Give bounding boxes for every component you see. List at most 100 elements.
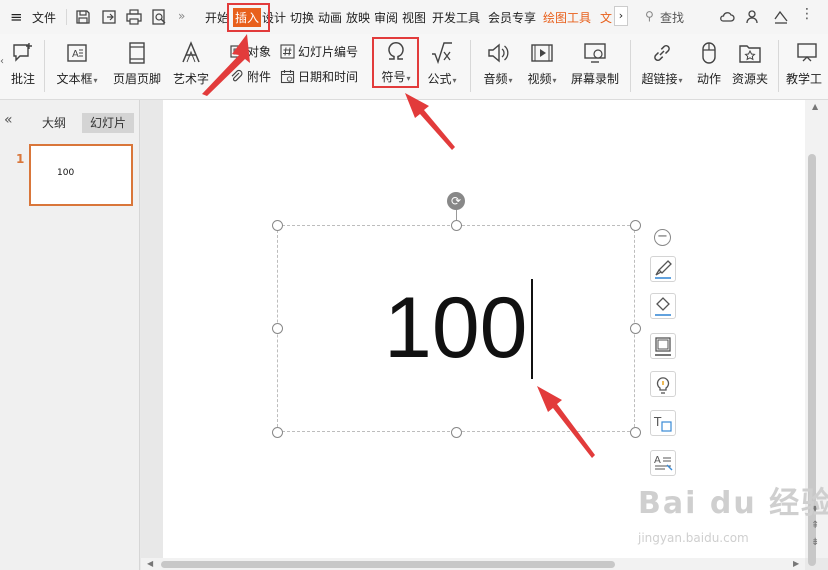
resize-handle-right[interactable] (630, 323, 641, 334)
text-format-icon: T (653, 415, 672, 432)
calendar-icon (280, 69, 295, 84)
wordart-label: 艺术字 (172, 72, 209, 86)
slide-thumbnail[interactable]: 100 (29, 144, 133, 206)
brush-icon (655, 260, 672, 279)
audio-label: 音频▾ (483, 72, 513, 86)
print-icon[interactable] (125, 8, 143, 26)
tab-slideshow[interactable]: 放映 (346, 9, 370, 26)
slide-text[interactable]: 100 (384, 278, 528, 378)
paperclip-icon (229, 69, 244, 84)
svg-text:A: A (72, 49, 79, 60)
horizontal-scroll-thumb[interactable] (161, 561, 615, 568)
wordart-button[interactable]: 艺术字 (170, 34, 212, 94)
resize-handle-bottom[interactable] (451, 427, 462, 438)
thumbnail-text: 100 (57, 168, 75, 178)
paint-bucket-icon (655, 297, 671, 316)
hyperlink-button[interactable]: 超链接▾ (638, 34, 686, 94)
fill-color-button[interactable] (650, 293, 676, 319)
horizontal-scrollbar[interactable]: ◀ ▶ (141, 558, 805, 570)
text-style-icon: A (654, 455, 673, 471)
highlight-insert-tab (227, 3, 270, 32)
resource-button[interactable]: 资源夹 (730, 34, 770, 94)
tab-outline[interactable]: 大纲 (34, 113, 74, 133)
svg-text:A: A (654, 455, 661, 466)
tab-developer[interactable]: 开发工具 (432, 9, 480, 26)
ribbon-scroll-left-icon[interactable]: ‹ (0, 56, 4, 67)
header-footer-label: 页眉页脚 (112, 72, 161, 86)
audio-button[interactable]: 音频▾ (478, 34, 518, 94)
svg-text:T: T (653, 415, 662, 429)
header-footer-button[interactable]: 页眉页脚 (110, 34, 164, 94)
textbox-button[interactable]: A 文本框▾ (52, 34, 102, 94)
slide-index: 1 (16, 152, 25, 166)
hash-icon (280, 44, 295, 59)
slide-number-button[interactable]: 幻灯片编号 (280, 43, 358, 60)
resize-handle-left[interactable] (272, 323, 283, 334)
formula-button[interactable]: 公式▾ (422, 34, 462, 94)
resize-handle-bottom-right[interactable] (630, 427, 641, 438)
video-button[interactable]: 视频▾ (522, 34, 562, 94)
share-user-icon[interactable] (744, 8, 762, 26)
search-label[interactable]: 查找 (660, 9, 684, 26)
wordart-icon (178, 40, 204, 66)
rotate-handle-icon[interactable]: ⟳ (447, 192, 465, 210)
save-icon[interactable] (74, 8, 92, 26)
watermark-url: jingyan.baidu.com (638, 531, 749, 545)
resize-handle-top-left[interactable] (272, 220, 283, 231)
file-menu[interactable]: 文件 (32, 9, 56, 26)
tabs-scroll-right-button[interactable]: › (614, 6, 628, 26)
teaching-tools-button[interactable]: 教学工 (786, 34, 828, 94)
comment-icon (10, 40, 36, 66)
resize-handle-bottom-left[interactable] (272, 427, 283, 438)
object-button[interactable]: 对象 (229, 43, 271, 60)
tab-home[interactable]: 开始 (205, 9, 229, 26)
speaker-icon (485, 40, 511, 66)
upload-icon[interactable] (772, 8, 790, 26)
datetime-button[interactable]: 日期和时间 (280, 68, 358, 85)
outline-button[interactable] (650, 333, 676, 359)
tab-view[interactable]: 视图 (402, 9, 426, 26)
comment-button[interactable]: 批注 (8, 34, 38, 94)
text-cursor (531, 279, 533, 379)
tab-slides[interactable]: 幻灯片 (82, 113, 135, 133)
object-icon (229, 44, 244, 59)
text-style-button[interactable]: A (650, 450, 676, 476)
scroll-up-icon[interactable]: ▲ (812, 102, 818, 111)
resize-handle-top[interactable] (451, 220, 462, 231)
search-icon[interactable]: ⚲ (645, 9, 654, 23)
tab-animation[interactable]: 动画 (318, 9, 342, 26)
slides-panel: « 大纲 幻灯片 1 100 (0, 100, 140, 570)
more-icon[interactable]: ⋮ (800, 6, 814, 22)
export-icon[interactable] (100, 8, 118, 26)
tab-drawing-tools[interactable]: 绘图工具 (543, 9, 591, 26)
video-label: 视频▾ (527, 72, 557, 86)
preview-icon[interactable] (150, 8, 168, 26)
collapse-tools-icon[interactable]: − (654, 229, 671, 246)
hamburger-icon[interactable]: ≡ (10, 8, 23, 26)
header-footer-icon (124, 40, 150, 66)
tab-member[interactable]: 会员专享 (488, 9, 536, 26)
cloud-icon[interactable] (718, 8, 736, 26)
link-icon (649, 40, 675, 66)
formula-icon (429, 40, 455, 66)
more-quick-icon[interactable]: » (178, 9, 185, 23)
text-format-button[interactable]: T (650, 410, 676, 436)
attachment-button[interactable]: 附件 (229, 68, 271, 85)
folder-star-icon (737, 40, 763, 66)
menu-bar: ≡ 文件 » 开始 插入 设计 切换 动画 放映 审阅 视图 开发工具 会员专享… (0, 0, 828, 34)
formula-label: 公式▾ (427, 72, 457, 86)
smart-suggest-button[interactable] (650, 371, 676, 397)
tab-review[interactable]: 审阅 (374, 9, 398, 26)
resize-handle-top-right[interactable] (630, 220, 641, 231)
outline-icon (655, 337, 671, 356)
screen-record-button[interactable]: 屏幕录制 (568, 34, 622, 94)
scroll-left-icon[interactable]: ◀ (147, 559, 153, 568)
tab-transition[interactable]: 切换 (290, 9, 314, 26)
scroll-right-icon[interactable]: ▶ (793, 559, 799, 568)
teaching-icon (794, 40, 820, 66)
action-button[interactable]: 动作 (692, 34, 726, 94)
collapse-panel-icon[interactable]: « (4, 112, 13, 128)
tab-text-tools[interactable]: 文 (600, 9, 612, 26)
watermark-brand: Bai du 经验 (638, 486, 828, 521)
fill-brush-button[interactable] (650, 256, 676, 282)
